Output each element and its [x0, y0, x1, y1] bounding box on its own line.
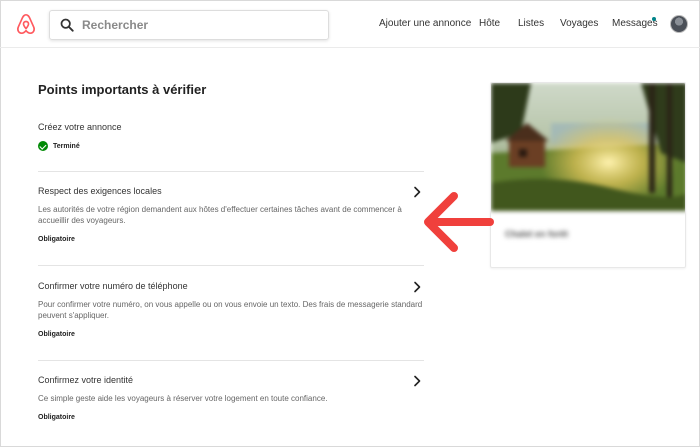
chevron-right-icon[interactable] — [412, 375, 422, 387]
annotation-arrow-icon — [424, 192, 494, 252]
listing-photo — [491, 83, 685, 211]
nav-add-listing[interactable]: Ajouter une annonce — [379, 18, 471, 29]
section-description: Pour confirmer votre numéro, on vous app… — [38, 300, 423, 320]
nav-trips[interactable]: Voyages — [560, 18, 598, 29]
divider — [38, 171, 424, 172]
avatar[interactable] — [670, 15, 688, 33]
search-icon — [60, 18, 74, 32]
page-title: Points importants à vérifier — [38, 82, 207, 97]
divider — [38, 360, 424, 361]
section-title: Confirmez votre identité — [38, 375, 134, 385]
status-row: Terminé — [38, 141, 424, 151]
listing-preview-card[interactable]: Chalet en forêt — [490, 82, 686, 268]
section-title: Respect des exigences locales — [38, 186, 162, 196]
status-badge: Obligatoire — [38, 331, 75, 338]
check-circle-icon — [38, 141, 48, 151]
status-badge: Terminé — [53, 142, 80, 150]
section-title: Confirmer votre numéro de téléphone — [38, 281, 188, 291]
section-description: Ce simple geste aide les voyageurs à rés… — [38, 394, 328, 403]
nav-messages[interactable]: Messages — [612, 18, 658, 29]
section-title: Créez votre annonce — [38, 122, 122, 132]
nav-lists[interactable]: Listes — [518, 18, 544, 29]
listing-name: Chalet en forêt — [505, 229, 569, 239]
status-badge: Obligatoire — [38, 236, 75, 243]
status-badge: Obligatoire — [38, 414, 75, 421]
section-phone-verification[interactable]: Confirmer votre numéro de téléphone Pour… — [38, 281, 424, 338]
section-local-requirements[interactable]: Respect des exigences locales Les autori… — [38, 186, 424, 243]
search-bar[interactable] — [49, 10, 329, 40]
search-input[interactable] — [82, 16, 322, 34]
top-header: Ajouter une annonce Hôte Listes Voyages … — [0, 0, 700, 48]
messages-notification-dot — [652, 17, 656, 21]
section-create-listing[interactable]: Créez votre annonce Terminé — [38, 122, 424, 151]
section-description: Les autorités de votre région demandent … — [38, 205, 402, 225]
airbnb-logo-icon[interactable] — [16, 13, 36, 35]
nav-host[interactable]: Hôte — [479, 18, 500, 29]
section-identity-verification[interactable]: Confirmez votre identité Ce simple geste… — [38, 375, 424, 421]
chevron-right-icon[interactable] — [412, 281, 422, 293]
divider — [38, 265, 424, 266]
